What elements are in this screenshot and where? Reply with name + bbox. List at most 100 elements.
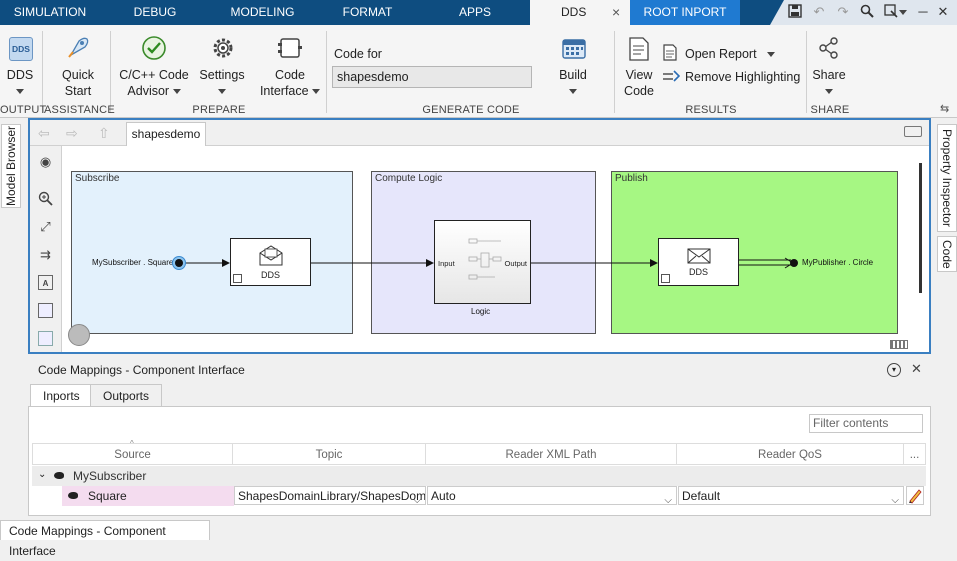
tab-dds-label: DDS bbox=[561, 5, 587, 19]
code-advisor-button[interactable]: C/C++ Code Advisor bbox=[116, 67, 192, 99]
expand-chevron-icon[interactable]: ⌄ bbox=[38, 469, 46, 480]
zoom-icon[interactable] bbox=[38, 191, 53, 206]
chevron-down-icon: ⌵ bbox=[891, 495, 899, 505]
diagram-canvas[interactable]: Subscribe Compute Logic Publish MySubscr… bbox=[63, 147, 922, 352]
view-code-button[interactable]: View Code bbox=[620, 67, 658, 99]
up-arrow-icon[interactable]: ⇧ bbox=[98, 125, 110, 142]
undo-icon[interactable]: ↶ bbox=[811, 4, 827, 20]
tab-apps[interactable]: APPS bbox=[430, 0, 520, 25]
group-results: RESULTS bbox=[685, 104, 737, 116]
group-share: SHARE bbox=[810, 104, 850, 116]
hide-show-icon[interactable]: ◉ bbox=[38, 154, 53, 169]
collapse-ribbon-icon[interactable]: ⇆ bbox=[940, 102, 949, 115]
dds-send-block[interactable]: DDS bbox=[658, 238, 739, 286]
column-more[interactable]: ... bbox=[904, 443, 926, 465]
share-label: Share bbox=[812, 68, 846, 82]
source-cell[interactable]: Square bbox=[62, 486, 234, 506]
chevron-down-icon: ⌵ bbox=[413, 495, 421, 505]
property-inspector-tab[interactable]: Property Inspector bbox=[937, 124, 957, 232]
column-reader-xml-path[interactable]: Reader XML Path bbox=[426, 443, 677, 465]
remove-highlighting-button[interactable]: Remove Highlighting bbox=[685, 69, 800, 85]
fit-view-icon[interactable]: ⤢ bbox=[38, 219, 53, 234]
search-icon[interactable] bbox=[859, 4, 875, 20]
tab-inports[interactable]: Inports bbox=[30, 384, 93, 407]
tab-format[interactable]: FORMAT bbox=[325, 0, 410, 25]
chevron-down-icon[interactable] bbox=[898, 4, 908, 20]
logic-input-port: Input bbox=[438, 259, 455, 268]
reader-qos-dropdown[interactable]: Default ⌵ bbox=[678, 486, 904, 505]
keyboard-icon[interactable] bbox=[904, 126, 922, 137]
settings-label: Settings bbox=[199, 68, 245, 82]
build-icon bbox=[561, 35, 587, 64]
source-value: Square bbox=[88, 489, 127, 503]
image-icon[interactable] bbox=[38, 303, 53, 318]
envelope-open-icon bbox=[259, 245, 283, 266]
dds-button[interactable]: DDS bbox=[0, 67, 40, 99]
code-interface-button[interactable]: Code Interface bbox=[256, 67, 324, 99]
link-badge-icon bbox=[661, 274, 670, 283]
code-interface-label-1: Code bbox=[275, 68, 305, 82]
reader-xml-path-dropdown[interactable]: Auto ⌵ bbox=[427, 486, 677, 505]
tab-simulation[interactable]: SIMULATION bbox=[0, 0, 100, 25]
tab-debug[interactable]: DEBUG bbox=[110, 0, 200, 25]
code-for-field[interactable]: shapesdemo bbox=[332, 66, 532, 88]
column-topic[interactable]: Topic bbox=[233, 443, 426, 465]
chevron-down-icon: ⌵ bbox=[664, 495, 672, 505]
breadcrumb-tab[interactable]: shapesdemo bbox=[126, 122, 206, 146]
annotation-icon[interactable]: A bbox=[38, 275, 53, 290]
gear-icon bbox=[210, 35, 236, 64]
filter-input[interactable]: Filter contents bbox=[809, 414, 923, 433]
inport-icon bbox=[54, 472, 64, 479]
area-tool-icon[interactable] bbox=[38, 331, 53, 346]
right-side-strip: Property Inspector Code bbox=[936, 118, 957, 518]
logic-subsystem-block[interactable]: Input Output bbox=[434, 220, 531, 304]
open-report-button[interactable]: Open Report bbox=[685, 46, 775, 62]
report-icon bbox=[662, 44, 678, 64]
model-browser-tab[interactable]: Model Browser bbox=[1, 124, 21, 208]
topic-dropdown[interactable]: ShapesDomainLibrary/ShapesDoma ⌵ bbox=[234, 486, 426, 505]
ruler-icon[interactable] bbox=[890, 340, 908, 349]
outport-dot[interactable] bbox=[790, 259, 798, 267]
column-reader-qos[interactable]: Reader QoS bbox=[677, 443, 904, 465]
group-label: MySubscriber bbox=[73, 469, 147, 483]
code-tab[interactable]: Code bbox=[937, 236, 957, 272]
dds-receive-label: DDS bbox=[260, 270, 280, 280]
minimize-icon[interactable]: ─ bbox=[915, 4, 931, 20]
build-label: Build bbox=[559, 68, 587, 82]
arrows-icon[interactable]: ⇉ bbox=[38, 247, 53, 262]
editor-palette: ◉ ⤢ ⇉ A bbox=[30, 146, 62, 352]
panel-menu-icon[interactable]: ▾ bbox=[887, 363, 901, 377]
code-mappings-title: Code Mappings - Component Interface bbox=[38, 363, 245, 377]
edit-pencil-icon[interactable] bbox=[906, 486, 924, 505]
view-code-icon bbox=[628, 37, 650, 64]
save-icon[interactable] bbox=[787, 4, 803, 20]
close-panel-icon[interactable]: ✕ bbox=[911, 361, 922, 377]
logic-block-name: Logic bbox=[471, 307, 491, 316]
quick-start-button[interactable]: Quick Start bbox=[52, 67, 104, 99]
tab-outports[interactable]: Outports bbox=[90, 384, 163, 406]
back-arrow-icon[interactable]: ⇦ bbox=[38, 125, 50, 142]
ribbon: DDS DDS OUTPUT Quick Start ASSISTANCE C/… bbox=[0, 25, 957, 118]
inport-icon bbox=[68, 492, 78, 499]
bottom-tab-code-mappings[interactable]: Code Mappings - Component Interface bbox=[0, 520, 210, 558]
quick-start-label-2: Start bbox=[64, 84, 92, 98]
database-icon[interactable] bbox=[68, 324, 90, 346]
code-interface-icon bbox=[277, 35, 303, 64]
pin-icon[interactable] bbox=[883, 4, 899, 20]
build-button[interactable]: Build bbox=[548, 67, 598, 99]
close-window-icon[interactable]: ✕ bbox=[935, 4, 951, 20]
forward-arrow-icon[interactable]: ⇨ bbox=[66, 125, 78, 142]
dds-receive-block[interactable]: DDS bbox=[230, 238, 311, 286]
tab-root-inport[interactable]: ROOT INPORT bbox=[630, 0, 740, 25]
group-row[interactable]: ⌄ MySubscriber bbox=[32, 466, 926, 486]
vertical-scrollbar[interactable] bbox=[919, 163, 922, 293]
filter-placeholder: Filter contents bbox=[813, 416, 889, 430]
share-button[interactable]: Share bbox=[808, 67, 850, 99]
close-tab-icon[interactable]: × bbox=[612, 0, 620, 25]
view-code-label-1: View bbox=[625, 68, 653, 82]
redo-icon[interactable]: ↷ bbox=[835, 4, 851, 20]
dds-button-label: DDS bbox=[6, 68, 34, 82]
tab-modeling[interactable]: MODELING bbox=[215, 0, 310, 25]
tab-dds[interactable]: DDS × bbox=[530, 0, 630, 25]
settings-button[interactable]: Settings bbox=[194, 67, 250, 99]
